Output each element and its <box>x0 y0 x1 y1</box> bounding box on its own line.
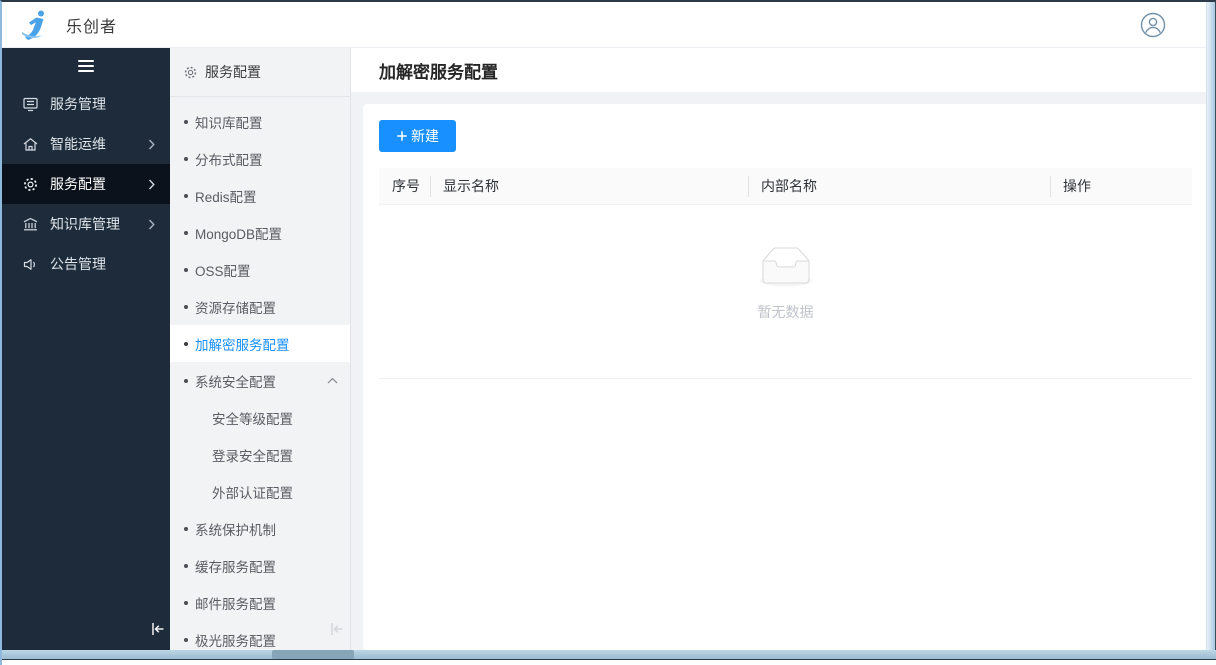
column-header-internal-name: 内部名称 <box>748 168 1050 204</box>
page-header: 加解密服务配置 <box>351 48 1216 92</box>
submenu-item-mail-service-config[interactable]: 邮件服务配置 <box>170 584 350 621</box>
sidebar-item-service-config[interactable]: 服务配置 <box>2 164 170 204</box>
sidebar-item-announcement-management[interactable]: 公告管理 <box>2 244 170 284</box>
gear-icon <box>184 66 197 78</box>
bullet-icon <box>184 378 188 383</box>
app-window: 乐创者 服务管理 智能运维 服务配置 知识库管理 公告管理 服务配置 知识库配置… <box>0 0 1216 665</box>
bullet-icon <box>184 156 188 161</box>
secondary-sidebar: 服务配置 知识库配置 分布式配置 Redis配置 MongoDB配置 OSS配置… <box>170 48 351 650</box>
submenu-item-encryption-service-config[interactable]: 加解密服务配置 <box>170 325 350 362</box>
bullet-icon <box>184 267 188 272</box>
submenu-subitem-security-level-config[interactable]: 安全等级配置 <box>170 399 350 436</box>
sidebar-item-label: 服务配置 <box>50 176 106 192</box>
bullet-icon <box>184 600 188 605</box>
chevron-right-icon <box>148 219 155 229</box>
bullet-icon <box>184 230 188 235</box>
window-bottom-edge <box>2 650 1216 665</box>
sidebar-item-label: 服务管理 <box>50 96 106 112</box>
submenu-item-distributed-config[interactable]: 分布式配置 <box>170 140 350 177</box>
column-header-display-name: 显示名称 <box>430 168 748 204</box>
logo-text: 乐创者 <box>66 18 118 36</box>
horizontal-scrollbar <box>2 650 1216 660</box>
bullet-icon <box>184 526 188 531</box>
sidebar-collapse-icon[interactable] <box>149 620 167 638</box>
ops-home-icon <box>23 137 38 151</box>
empty-state: 暂无数据 <box>379 205 1192 379</box>
hamburger-menu-icon[interactable] <box>2 48 170 84</box>
app-header: 乐创者 <box>2 2 1216 48</box>
table-header-row: 序号 显示名称 内部名称 操作 <box>379 168 1192 205</box>
app-logo: 乐创者 <box>18 7 117 43</box>
bullet-icon <box>184 637 188 642</box>
sidebar-item-service-management[interactable]: 服务管理 <box>2 84 170 124</box>
bullet-icon <box>184 341 188 346</box>
new-button[interactable]: 新建 <box>379 120 456 152</box>
library-icon <box>23 217 38 230</box>
page-title: 加解密服务配置 <box>379 62 498 82</box>
primary-sidebar: 服务管理 智能运维 服务配置 知识库管理 公告管理 <box>2 48 170 650</box>
sidebar-item-label: 知识库管理 <box>50 216 120 232</box>
new-button-label: 新建 <box>411 128 439 144</box>
server-icon <box>23 97 38 111</box>
submenu-item-mongodb-config[interactable]: MongoDB配置 <box>170 214 350 251</box>
submenu-title: 服务配置 <box>205 64 261 80</box>
submenu-subitem-external-auth-config[interactable]: 外部认证配置 <box>170 473 350 510</box>
submenu-list: 知识库配置 分布式配置 Redis配置 MongoDB配置 OSS配置 资源存储… <box>170 97 350 650</box>
config-table: 序号 显示名称 内部名称 操作 暂无数据 <box>379 168 1192 379</box>
submenu-item-cache-service-config[interactable]: 缓存服务配置 <box>170 547 350 584</box>
main-content: 加解密服务配置 新建 序号 显示名称 内部名称 操作 暂无数据 <box>351 48 1216 650</box>
plus-icon <box>397 131 407 141</box>
horizontal-scrollbar-thumb[interactable] <box>272 650 354 659</box>
vertical-scrollbar[interactable] <box>1206 2 1216 652</box>
chevron-up-icon <box>327 377 338 384</box>
chevron-right-icon <box>148 179 155 189</box>
content-card: 新建 序号 显示名称 内部名称 操作 暂无数据 <box>363 104 1208 650</box>
submenu-item-oss-config[interactable]: OSS配置 <box>170 251 350 288</box>
submenu-item-system-protection[interactable]: 系统保护机制 <box>170 510 350 547</box>
chevron-right-icon <box>148 139 155 149</box>
column-header-actions: 操作 <box>1050 168 1192 204</box>
column-header-index: 序号 <box>392 178 420 194</box>
bullet-icon <box>184 193 188 198</box>
bullet-icon <box>184 563 188 568</box>
gear-icon <box>24 177 37 191</box>
submenu-item-resource-storage-config[interactable]: 资源存储配置 <box>170 288 350 325</box>
submenu-group-system-security-config[interactable]: 系统安全配置 <box>170 362 350 399</box>
submenu-collapse-icon[interactable] <box>328 620 346 638</box>
sidebar-item-label: 公告管理 <box>50 256 106 272</box>
sidebar-item-label: 智能运维 <box>50 136 106 152</box>
submenu-item-redis-config[interactable]: Redis配置 <box>170 177 350 214</box>
sidebar-item-intelligent-ops[interactable]: 智能运维 <box>2 124 170 164</box>
empty-text: 暂无数据 <box>757 304 814 320</box>
submenu-item-kb-config[interactable]: 知识库配置 <box>170 103 350 140</box>
empty-box-icon <box>759 247 812 287</box>
submenu-header: 服务配置 <box>170 48 350 97</box>
submenu-subitem-login-security-config[interactable]: 登录安全配置 <box>170 436 350 473</box>
user-avatar-icon[interactable] <box>1140 12 1166 38</box>
bullet-icon <box>184 119 188 124</box>
announcement-speaker-icon <box>23 258 35 270</box>
sidebar-item-knowledge-management[interactable]: 知识库管理 <box>2 204 170 244</box>
submenu-item-jpush-service-config[interactable]: 极光服务配置 <box>170 621 350 650</box>
logo-runner-icon <box>22 10 44 40</box>
bullet-icon <box>184 304 188 309</box>
